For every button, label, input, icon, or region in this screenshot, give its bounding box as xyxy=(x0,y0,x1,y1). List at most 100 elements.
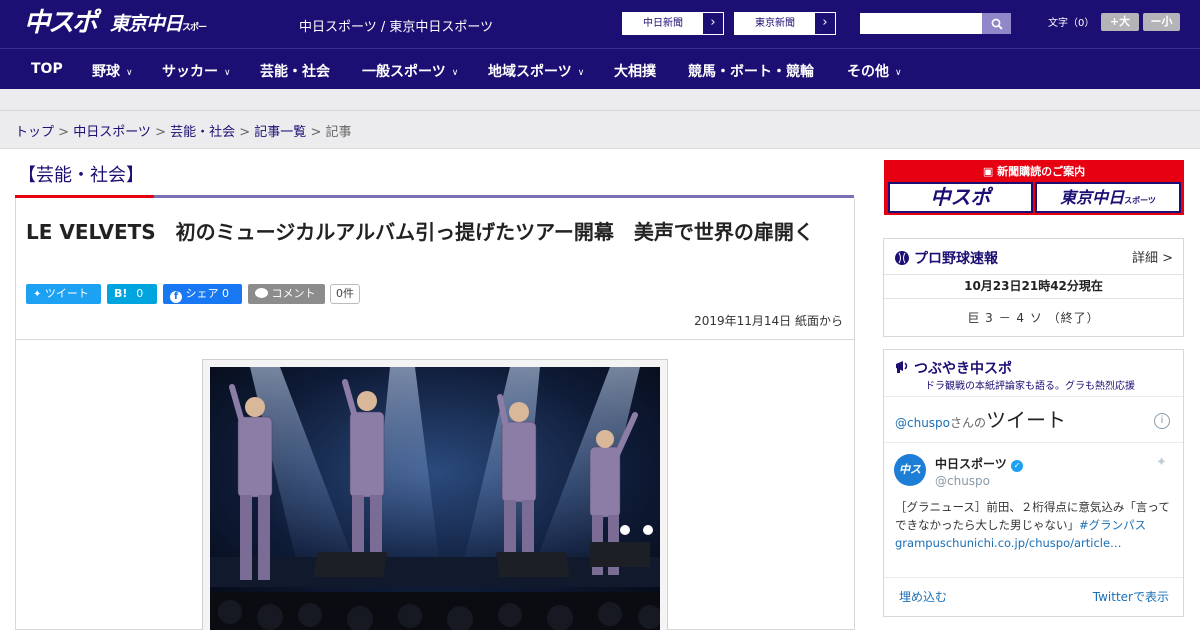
hatena-icon: B! xyxy=(114,287,128,300)
chunichi-shimbun-label: 中日新聞 xyxy=(623,13,703,34)
font-larger-button[interactable]: +大 xyxy=(1101,13,1139,31)
baseball-icon xyxy=(895,251,909,265)
nav-item-label: 野球 xyxy=(92,64,120,80)
breadcrumb: トップ > 中日スポーツ > 芸能・社会 > 記事一覧 > 記事 xyxy=(15,121,352,140)
chevron-right-icon: › xyxy=(710,15,716,30)
breadcrumb-chunichi[interactable]: 中日スポーツ xyxy=(73,125,151,140)
breadcrumb-separator: > xyxy=(235,125,255,140)
nav-item-label: 一般スポーツ xyxy=(362,64,446,80)
nav-item-label: その他 xyxy=(847,64,889,80)
chevron-down-icon: ∨ xyxy=(224,68,231,78)
tweet-user-name-text: 中日スポーツ xyxy=(935,457,1007,471)
tweets-card: つぶやき中スポ ドラ観戦の本紙評論家も語る。グラも熱烈応援 @chuspoさんの… xyxy=(883,349,1184,617)
article-photo[interactable] xyxy=(210,367,660,630)
chevron-down-icon: ∨ xyxy=(451,68,459,78)
breadcrumb-list[interactable]: 記事一覧 xyxy=(254,125,306,140)
nav-item-label: 競馬・ボート・競輪 xyxy=(688,64,814,80)
article-headline: LE VELVETS 初のミュージカルアルバム引っ提げたツアー開幕 美声で世界の… xyxy=(26,220,814,244)
tweet-text: ［グラニュース］前田、２桁得点に意気込み「言ってできなかったら大した男じゃない」… xyxy=(895,498,1173,552)
breadcrumb-top[interactable]: トップ xyxy=(15,125,54,140)
twitter-bird-icon[interactable]: ✦ xyxy=(1156,455,1167,470)
embed-link[interactable]: 埋め込む xyxy=(899,588,947,605)
nav-item-other[interactable]: その他 ∨ xyxy=(847,61,902,81)
facebook-share-button[interactable]: f シェア 0 xyxy=(163,284,242,304)
breadcrumb-category[interactable]: 芸能・社会 xyxy=(170,125,235,140)
comment-button[interactable]: コメント xyxy=(248,284,325,304)
info-icon[interactable]: i xyxy=(1154,413,1170,429)
nav-item-local-sports[interactable]: 地域スポーツ ∨ xyxy=(488,61,584,81)
timeline-footer-divider xyxy=(884,577,1183,578)
share-count: 0 xyxy=(222,287,229,300)
chuspo-logo[interactable]: 中スポ xyxy=(24,8,100,38)
search-button[interactable] xyxy=(982,13,1011,34)
timeline-handle[interactable]: @chuspo xyxy=(895,416,950,430)
comment-bubble-icon xyxy=(255,288,268,298)
main-nav: TOP 野球 ∨ サッカー ∨ 芸能・社会 一般スポーツ ∨ 地域スポーツ ∨ 大相撲 … xyxy=(0,48,1200,89)
nav-item-label: TOP xyxy=(31,61,63,77)
subscribe-tokyo-logo-text: 東京中日 xyxy=(1060,188,1125,207)
nav-item-top[interactable]: TOP xyxy=(31,61,63,77)
tokyo-chunichi-logo[interactable]: 東京中日スポーツ xyxy=(110,10,210,65)
baseball-card-header: プロ野球速報 詳細 > xyxy=(884,239,1183,273)
breadcrumb-separator: > xyxy=(54,125,74,140)
breadcrumb-separator: > xyxy=(150,125,171,140)
baseball-details-link[interactable]: 詳細 > xyxy=(1132,247,1173,266)
subscription-title-text: 新聞購読のご案内 xyxy=(997,165,1086,178)
chevron-down-icon: ∨ xyxy=(126,68,133,78)
tweet-hashtag[interactable]: #グランパス xyxy=(1079,518,1146,532)
tweet-user-handle[interactable]: @chuspo xyxy=(935,474,990,488)
share-button-label: シェア xyxy=(185,287,219,300)
chevron-down-icon: ∨ xyxy=(895,68,902,78)
search-input[interactable] xyxy=(860,13,982,34)
nav-item-label: 芸能・社会 xyxy=(260,64,330,80)
nav-item-sumo[interactable]: 大相撲 xyxy=(614,61,656,81)
tweet-button[interactable]: ✦ ツイート xyxy=(26,284,101,304)
baseball-card-title: プロ野球速報 xyxy=(914,251,998,267)
subscription-banner[interactable]: ▣ 新聞購読のご案内 中スポ 東京中日スポーツ xyxy=(884,160,1184,215)
nav-item-entertainment[interactable]: 芸能・社会 xyxy=(260,61,330,81)
tokyo-shimbun-label: 東京新聞 xyxy=(735,13,815,34)
subscribe-tokyo-logo-small: スポーツ xyxy=(1124,196,1156,205)
view-on-twitter-link[interactable]: Twitterで表示 xyxy=(1093,588,1169,605)
megaphone-icon xyxy=(896,361,908,373)
tweet-button-label: ツイート xyxy=(44,287,89,300)
baseball-score[interactable]: 巨 3 － 4 ソ （終了） xyxy=(884,309,1183,326)
nav-item-label: 地域スポーツ xyxy=(488,64,572,80)
nav-item-baseball[interactable]: 野球 ∨ xyxy=(92,61,133,81)
font-size-label: 文字（0） xyxy=(1048,18,1095,29)
nav-item-soccer[interactable]: サッカー ∨ xyxy=(162,61,231,81)
timeline-divider xyxy=(884,442,1183,443)
timeline-header: @chuspoさんのツイート xyxy=(895,404,1066,433)
concert-stage-image xyxy=(210,367,660,630)
section-title: 【芸能・社会】 xyxy=(18,165,144,186)
baseball-time: 10月23日21時42分現在 xyxy=(884,274,1183,299)
site-header: 中スポ 東京中日スポーツ 中日スポーツ / 東京中日スポーツ 中日新聞 › 東京… xyxy=(0,0,1200,65)
nav-item-general-sports[interactable]: 一般スポーツ ∨ xyxy=(362,61,458,81)
tweet-avatar[interactable]: 中ス xyxy=(894,454,926,486)
twitter-bird-icon: ✦ xyxy=(33,289,42,300)
timeline-title: ツイート xyxy=(986,408,1067,432)
nav-item-label: 大相撲 xyxy=(614,64,656,80)
subscribe-chuspo-logo[interactable]: 中スポ xyxy=(888,182,1033,213)
chunichi-shimbun-button[interactable]: 中日新聞 › xyxy=(622,12,724,35)
baseball-scores-card: プロ野球速報 詳細 > 10月23日21時42分現在 巨 3 － 4 ソ （終了… xyxy=(883,238,1184,337)
nav-item-racing[interactable]: 競馬・ボート・競輪 xyxy=(688,61,814,81)
hatena-bookmark-button[interactable]: B! 0 xyxy=(107,284,157,304)
tweet-user-name[interactable]: 中日スポーツ ✓ xyxy=(935,455,1023,472)
comment-count: 0件 xyxy=(330,284,360,304)
comment-button-label: コメント xyxy=(271,287,316,300)
facebook-icon: f xyxy=(170,291,182,303)
font-smaller-button[interactable]: ー小 xyxy=(1143,13,1180,31)
nav-item-label: サッカー xyxy=(162,64,218,80)
hatena-count: 0 xyxy=(136,287,144,300)
subscription-title: ▣ 新聞購読のご案内 xyxy=(885,163,1183,179)
timeline-handle-suffix: さんの xyxy=(950,416,987,430)
article-date: 2019年11月14日 紙面から xyxy=(694,314,843,328)
header-site-links[interactable]: 中日スポーツ / 東京中日スポーツ xyxy=(299,16,493,35)
subscribe-tokyo-chunichi-logo[interactable]: 東京中日スポーツ xyxy=(1035,182,1181,213)
tokyo-shimbun-button[interactable]: 東京新聞 › xyxy=(734,12,836,35)
tweets-card-title: つぶやき中スポ xyxy=(914,361,1012,377)
tweet-link[interactable]: grampuschunichi.co.jp/chuspo/article… xyxy=(895,536,1122,550)
newspaper-icon: ▣ xyxy=(982,165,998,178)
tokyo-chunichi-logo-text: 東京中日 xyxy=(110,13,183,35)
